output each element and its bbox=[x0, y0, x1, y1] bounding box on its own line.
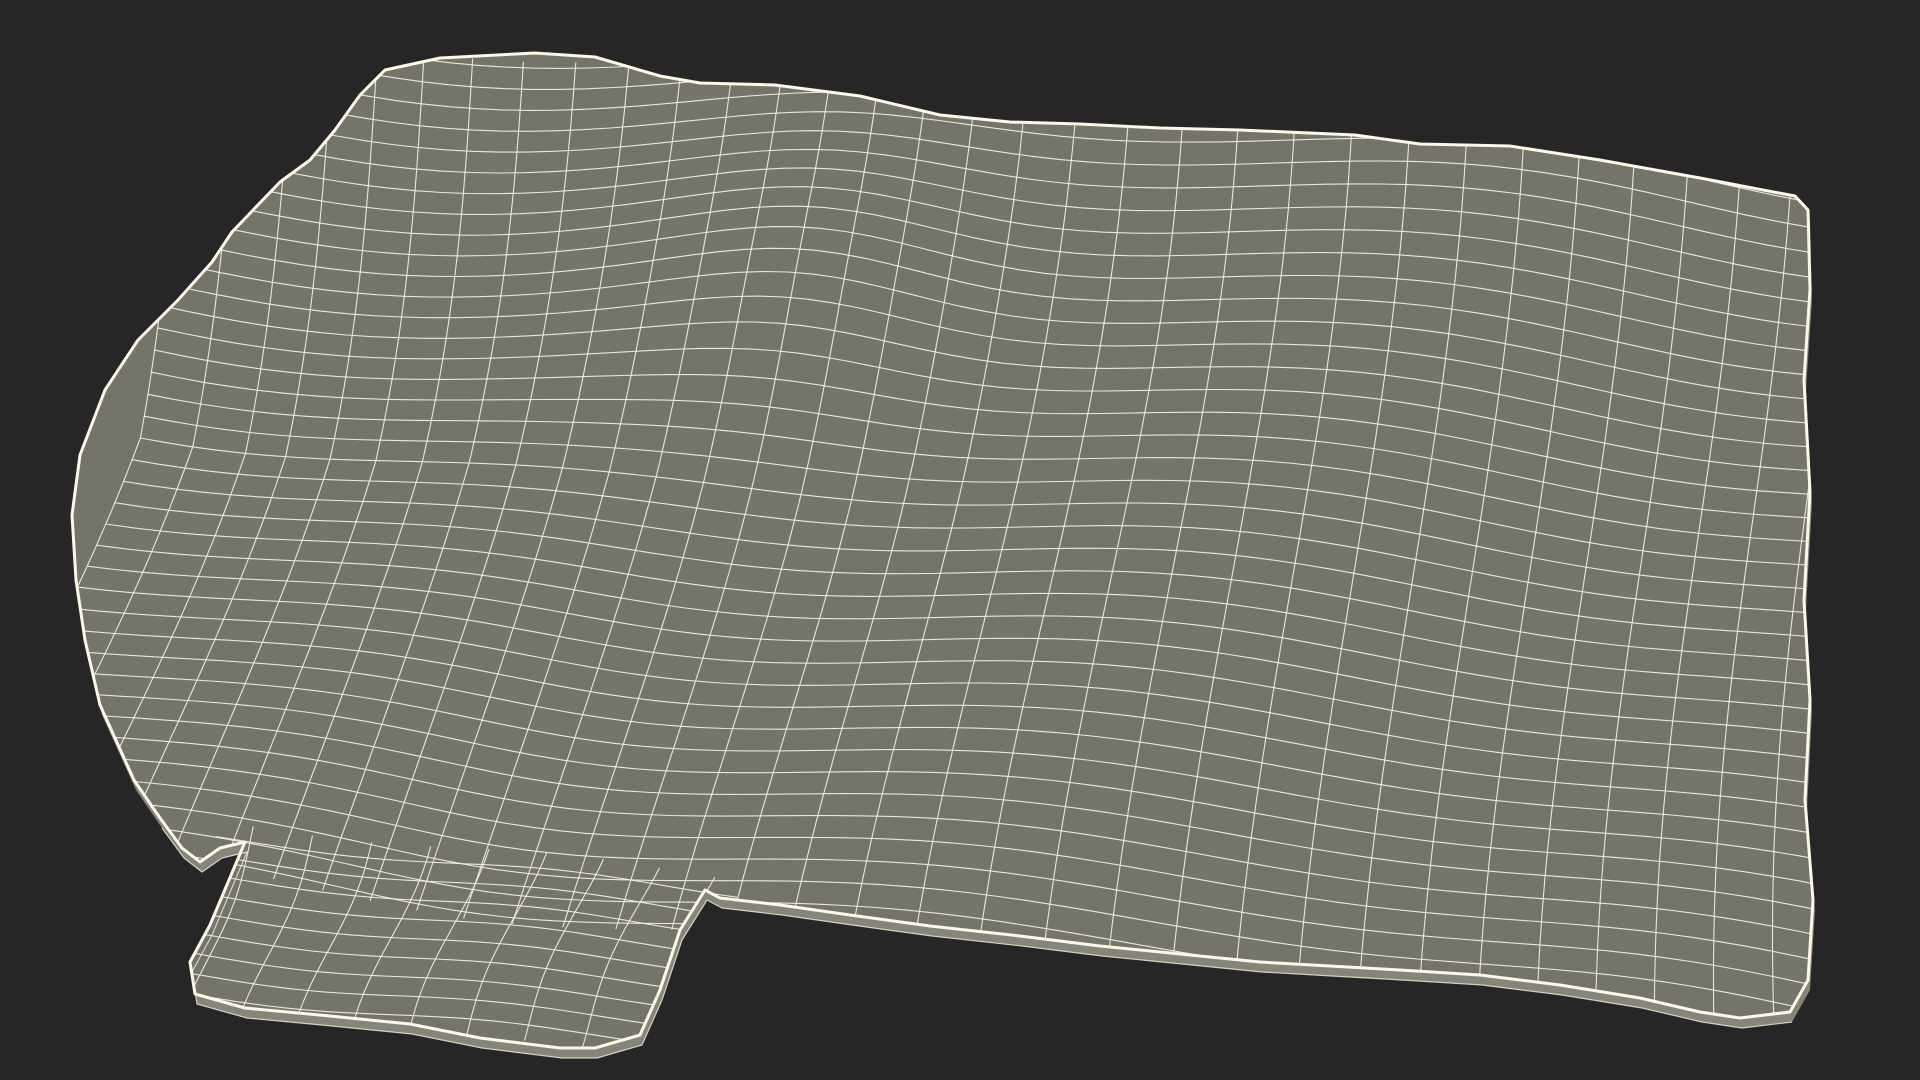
mesh-edge bbox=[1891, 137, 1920, 1080]
3d-viewport[interactable] bbox=[0, 0, 1920, 1080]
wireframe-scene bbox=[70, 51, 1920, 1080]
mesh-edge bbox=[1832, 133, 1894, 1074]
